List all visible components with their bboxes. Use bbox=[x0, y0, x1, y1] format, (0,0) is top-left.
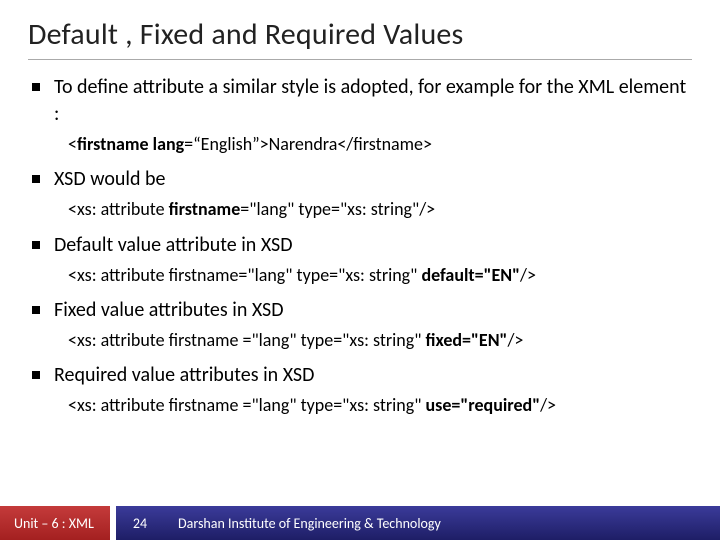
code-bold: use="required" bbox=[426, 394, 541, 416]
code-line: <xs: attribute firstname ="lang" type="x… bbox=[28, 328, 692, 352]
bullet-marker bbox=[32, 83, 40, 91]
bullet-marker bbox=[32, 371, 40, 379]
bullet-text: Required value attributes in XSD bbox=[54, 362, 314, 389]
bullet-item: Default value attribute in XSD bbox=[28, 232, 692, 259]
code-line: <xs: attribute firstname ="lang" type="x… bbox=[28, 393, 692, 417]
footer-unit: Unit – 6 : XML bbox=[0, 506, 110, 540]
bullet-item: XSD would be bbox=[28, 166, 692, 193]
footer-org: Darshan Institute of Engineering & Techn… bbox=[164, 506, 720, 540]
code-text: ="lang" type="xs: string"/> bbox=[240, 198, 435, 220]
code-text: =“English”>Narendra</firstname> bbox=[184, 133, 432, 155]
code-text: /> bbox=[520, 264, 536, 286]
code-bold: fixed="EN" bbox=[426, 329, 508, 351]
bullet-text: Fixed value attributes in XSD bbox=[54, 297, 284, 324]
code-text: <xs: attribute firstname ="lang" type="x… bbox=[68, 394, 426, 416]
footer-page-number: 24 bbox=[116, 506, 164, 540]
bullet-text: To define attribute a similar style is a… bbox=[54, 74, 692, 128]
bullet-item: Required value attributes in XSD bbox=[28, 362, 692, 389]
code-text: <xs: attribute firstname="lang" type="xs… bbox=[68, 264, 421, 286]
slide-title: Default , Fixed and Required Values bbox=[28, 16, 692, 60]
bullet-item: Fixed value attributes in XSD bbox=[28, 297, 692, 324]
bullet-marker bbox=[32, 241, 40, 249]
bullet-text: Default value attribute in XSD bbox=[54, 232, 293, 259]
code-text: < bbox=[68, 133, 77, 155]
content-area: To define attribute a similar style is a… bbox=[28, 74, 692, 417]
code-line: <xs: attribute firstname="lang" type="xs… bbox=[28, 197, 692, 221]
bullet-marker bbox=[32, 175, 40, 183]
code-bold: firstname bbox=[169, 198, 241, 220]
code-text: <xs: attribute firstname ="lang" type="x… bbox=[68, 329, 426, 351]
code-text: /> bbox=[507, 329, 523, 351]
code-text: /> bbox=[540, 394, 556, 416]
code-bold: default="EN" bbox=[421, 264, 520, 286]
code-line: <firstname lang=“English”>Narendra</firs… bbox=[28, 132, 692, 156]
bullet-marker bbox=[32, 306, 40, 314]
code-line: <xs: attribute firstname="lang" type="xs… bbox=[28, 263, 692, 287]
bullet-text: XSD would be bbox=[54, 166, 165, 193]
code-bold: firstname lang bbox=[77, 133, 184, 155]
footer: Unit – 6 : XML 24 Darshan Institute of E… bbox=[0, 506, 720, 540]
code-text: <xs: attribute bbox=[68, 198, 169, 220]
bullet-item: To define attribute a similar style is a… bbox=[28, 74, 692, 128]
slide-body: Default , Fixed and Required Values To d… bbox=[0, 0, 720, 417]
